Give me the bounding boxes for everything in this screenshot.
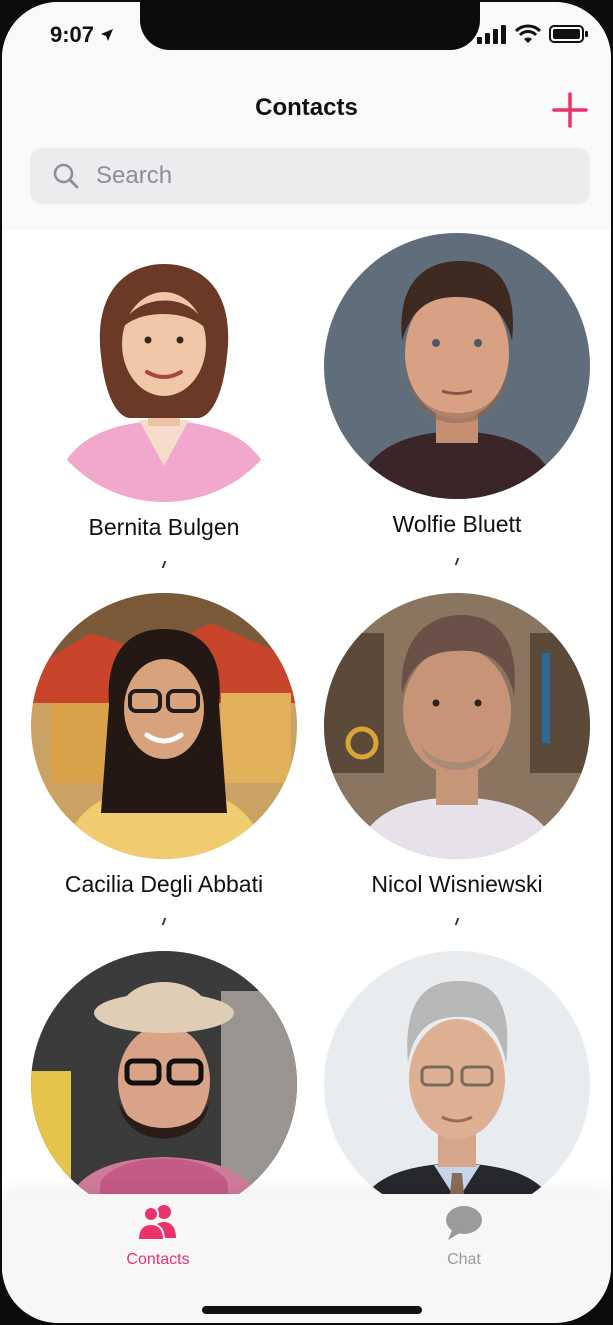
chat-bubble-icon xyxy=(446,1206,482,1240)
contact-name: Nicol Wisniewski xyxy=(371,871,543,897)
separator-mark xyxy=(161,918,167,925)
contact-name: Cacilia Degli Abbati xyxy=(64,871,264,897)
cellular-signal-icon xyxy=(477,25,506,44)
separator-mark xyxy=(161,561,167,568)
contact-avatar xyxy=(324,233,590,499)
tab-bar: Contacts Chat xyxy=(2,1194,611,1323)
contact-card[interactable]: Bernita Bulgen xyxy=(19,236,309,568)
search-icon xyxy=(53,163,79,189)
search-bar[interactable] xyxy=(30,148,590,204)
separator-mark xyxy=(454,558,460,565)
contact-card[interactable]: Nicol Wisniewski xyxy=(312,593,602,925)
contact-name: Bernita Bulgen xyxy=(88,514,240,540)
contact-avatar xyxy=(31,951,297,1196)
phone-screen: 9:07 Contacts Search Bernita Bulgen Wolf… xyxy=(2,2,611,1323)
battery-icon xyxy=(549,25,588,43)
home-indicator xyxy=(202,1306,422,1314)
add-contact-button[interactable] xyxy=(550,90,590,130)
contact-avatar xyxy=(324,593,590,859)
contact-card[interactable]: Cacilia Degli Abbati xyxy=(19,593,309,925)
tab-contacts[interactable]: Contacts xyxy=(88,1202,228,1269)
contacts-grid: Bernita Bulgen Wolfie Bluett Cacilia Deg… xyxy=(2,230,611,1196)
status-time: 9:07 xyxy=(50,22,114,48)
search-input[interactable] xyxy=(94,161,538,191)
device-notch xyxy=(140,2,480,50)
separator-mark xyxy=(454,918,460,925)
contact-avatar xyxy=(31,593,297,859)
location-arrow-icon xyxy=(101,29,114,41)
contact-card[interactable] xyxy=(312,951,602,1196)
users-icon xyxy=(136,1205,176,1241)
tab-label: Contacts xyxy=(126,1251,190,1268)
contact-avatar xyxy=(324,951,590,1196)
contact-name: Wolfie Bluett xyxy=(392,511,522,537)
tab-label: Chat xyxy=(447,1251,481,1268)
wifi-icon xyxy=(515,24,541,43)
status-icons xyxy=(477,24,589,44)
contact-avatar xyxy=(31,236,297,502)
page-title: Contacts xyxy=(255,94,358,121)
contact-card[interactable] xyxy=(19,951,309,1196)
tab-chat[interactable]: Chat xyxy=(394,1202,534,1269)
contact-card[interactable]: Wolfie Bluett xyxy=(312,233,602,565)
